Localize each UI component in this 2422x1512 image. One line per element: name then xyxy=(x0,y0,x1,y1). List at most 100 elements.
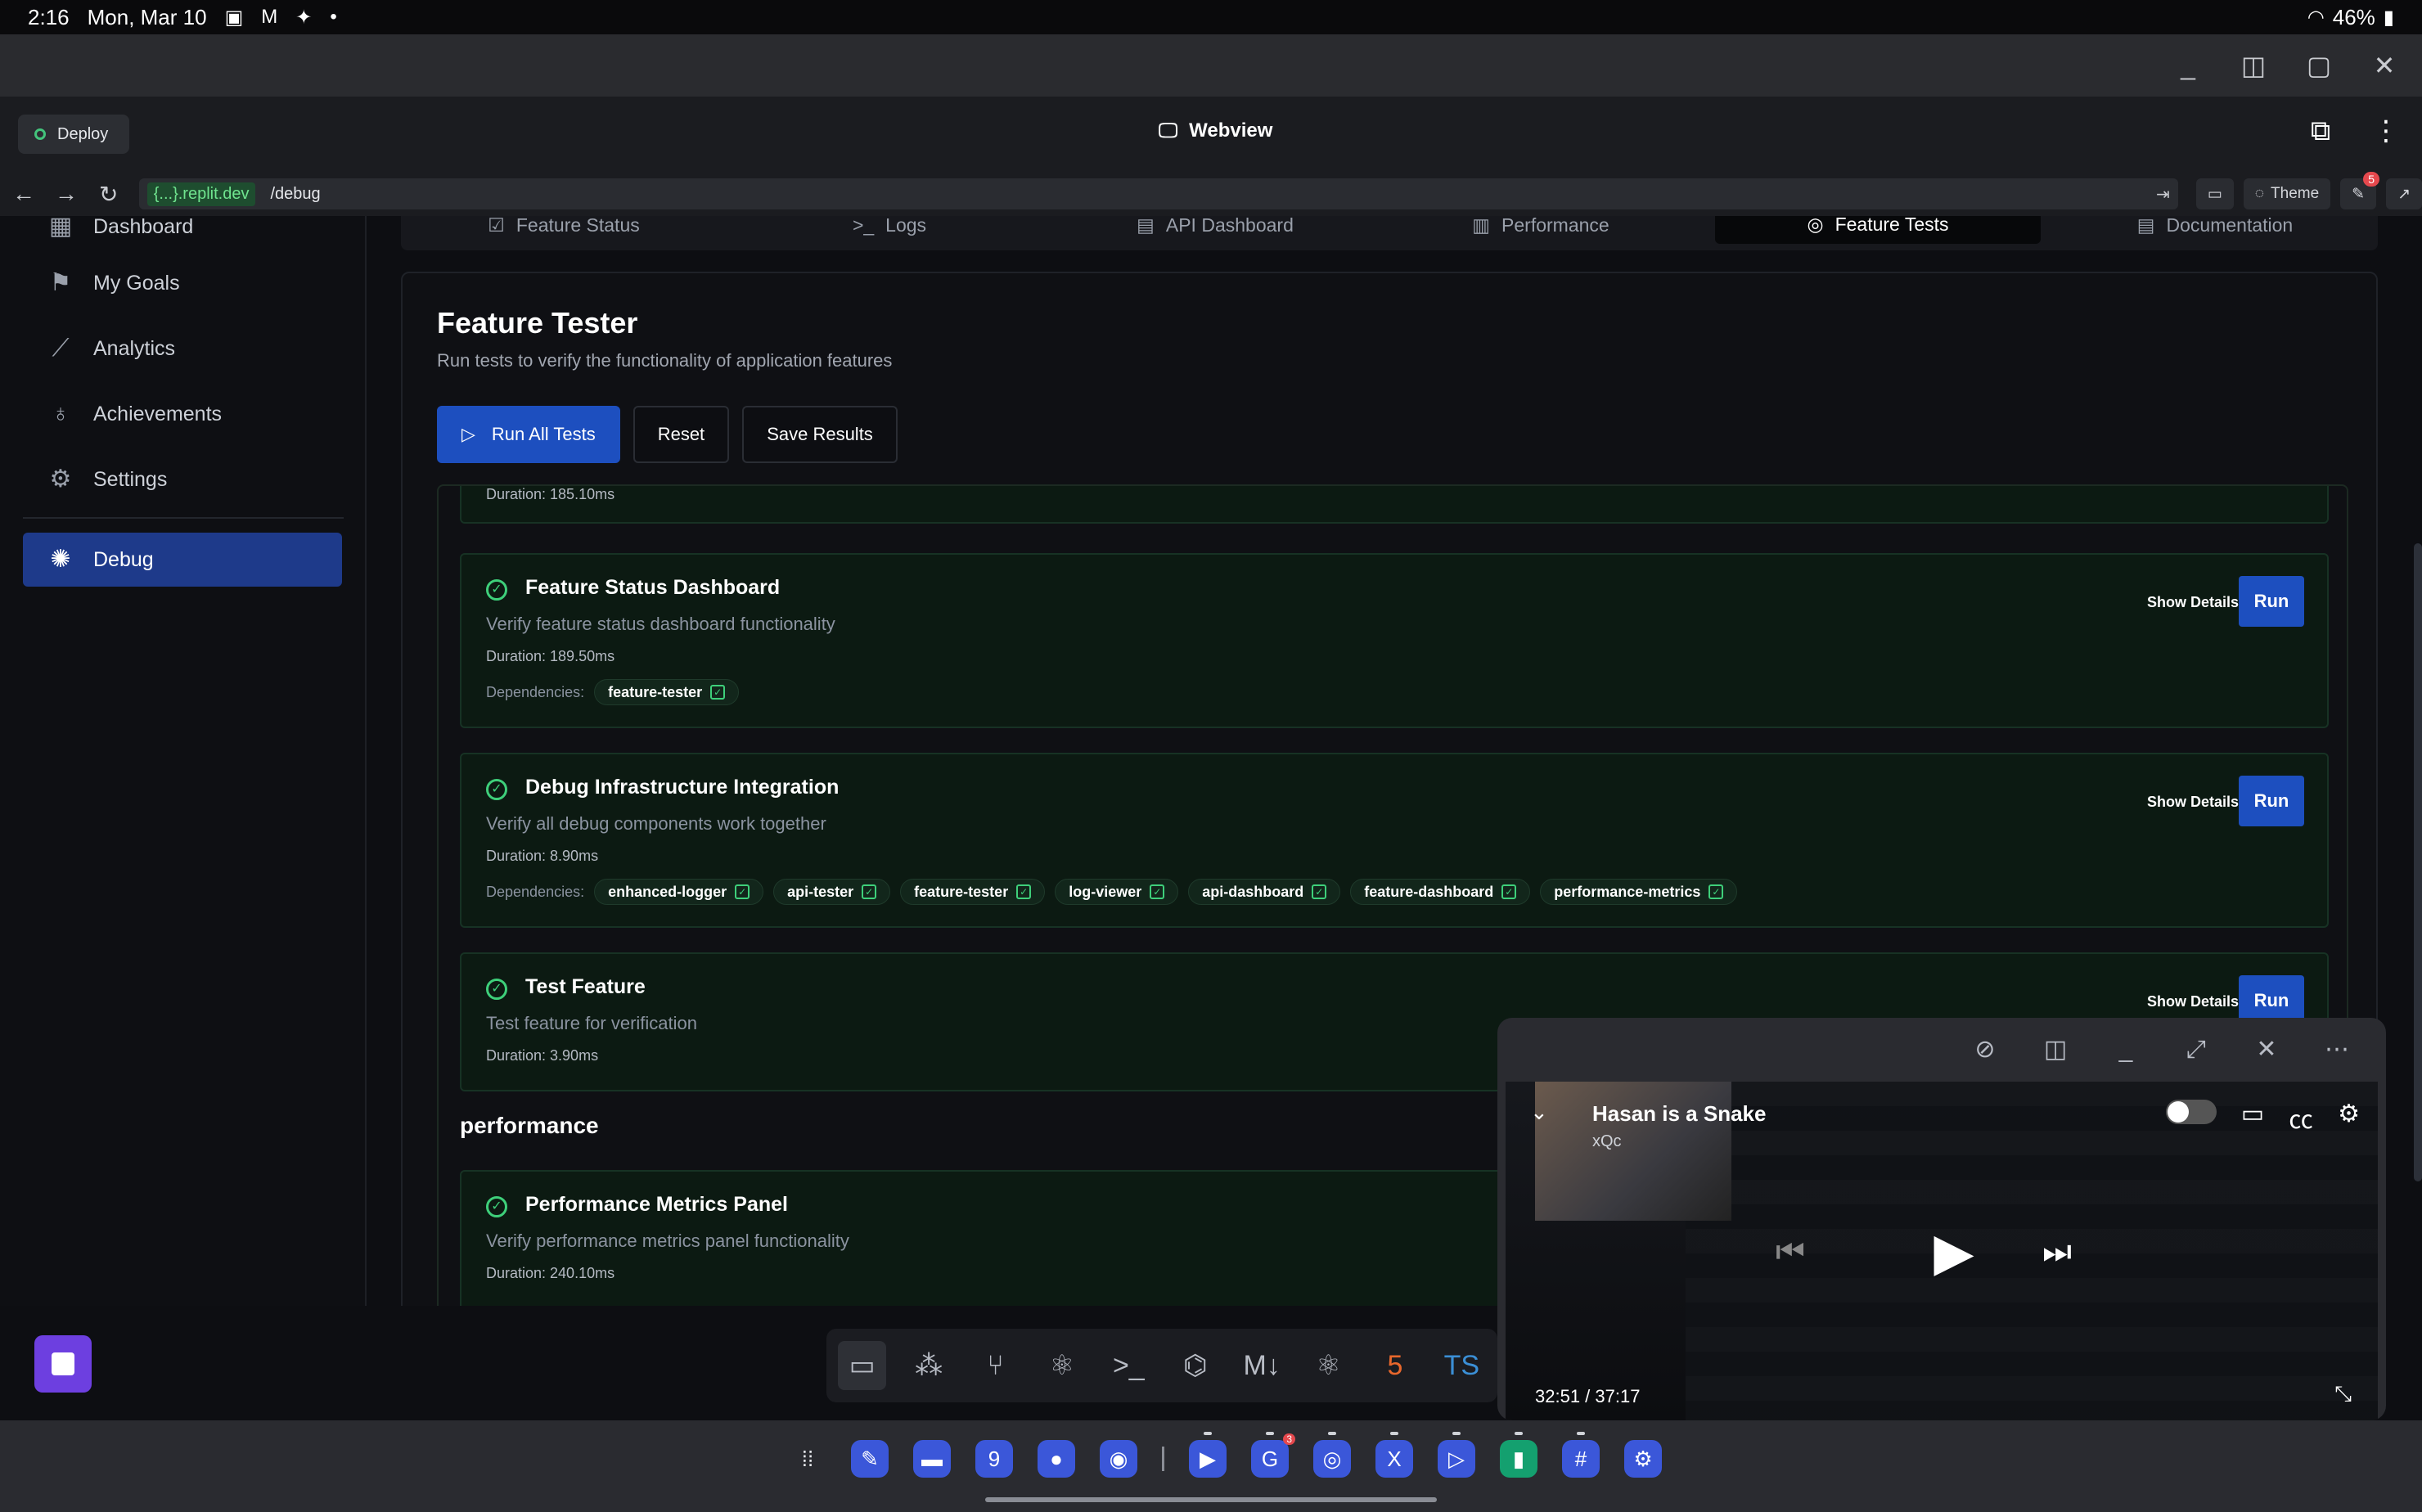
button-label: Save Results xyxy=(767,424,873,444)
video-title[interactable]: Hasan is a Snake xyxy=(1592,1101,1766,1127)
split-view-icon[interactable]: ◫ xyxy=(2039,1033,2072,1066)
notification-badge: 5 xyxy=(2363,172,2380,187)
previous-icon[interactable]: ⏮ xyxy=(1776,1234,1805,1271)
files-app-icon[interactable]: ▬ xyxy=(913,1440,951,1478)
stop-button[interactable] xyxy=(34,1335,92,1393)
collapse-icon[interactable]: ⌄ xyxy=(1530,1100,1548,1125)
close-icon[interactable]: ✕ xyxy=(2250,1033,2283,1066)
run-button[interactable]: Run xyxy=(2239,776,2304,826)
sidebar: ▦ Dashboard ⚑ My Goals ⟋ Analytics ♁ Ach… xyxy=(0,216,367,1306)
settings-app-icon[interactable]: ⚙ xyxy=(1624,1440,1662,1478)
tab-api-dashboard[interactable]: ▤ API Dashboard xyxy=(1052,216,1378,250)
tabs-icon[interactable]: ⧉ xyxy=(2304,115,2337,147)
run-button[interactable]: Run xyxy=(2239,576,2304,627)
popup-view-icon[interactable]: ▢ xyxy=(2306,52,2332,79)
dock-separator xyxy=(1162,1447,1164,1471)
settings-icon[interactable]: ⚙ xyxy=(2338,1100,2360,1136)
minimize-icon[interactable]: _ xyxy=(2175,52,2201,79)
play-store-app-icon[interactable]: ▷ xyxy=(1438,1432,1475,1478)
typescript-icon[interactable]: TS xyxy=(1438,1341,1486,1390)
show-details-button[interactable]: Show Details xyxy=(2147,594,2239,611)
url-path: /debug xyxy=(270,184,321,203)
autoplay-toggle[interactable] xyxy=(2165,1100,2217,1124)
next-icon[interactable]: ⏭ xyxy=(2042,1234,2072,1271)
pin-icon[interactable]: ⊘ xyxy=(1969,1033,2001,1066)
run-all-tests-button[interactable]: ▷ Run All Tests xyxy=(437,406,620,463)
url-input[interactable]: {...}.replit.dev /debug ⇥ xyxy=(138,178,2178,209)
test-name: Feature Status Dashboard xyxy=(525,576,781,599)
test-duration: Duration: 240.10ms xyxy=(486,1265,615,1281)
dashboard-icon: ▦ xyxy=(48,216,73,240)
html5-icon[interactable]: 5 xyxy=(1371,1341,1419,1390)
shell-icon[interactable]: >_ xyxy=(1105,1341,1153,1390)
app-drawer-icon[interactable]: ⁞⁞ xyxy=(789,1440,826,1478)
deploy-tool-icon[interactable]: ⌬ xyxy=(1171,1341,1219,1390)
sidebar-item-analytics[interactable]: ⟋ Analytics xyxy=(23,322,342,376)
scrollbar[interactable] xyxy=(2414,543,2422,1181)
sidebar-item-my-goals[interactable]: ⚑ My Goals xyxy=(23,256,342,310)
sidebar-item-settings[interactable]: ⚙ Settings xyxy=(23,452,342,506)
tab-label: Logs xyxy=(885,216,927,236)
save-results-button[interactable]: Save Results xyxy=(742,406,898,463)
tab-logs[interactable]: >_ Logs xyxy=(727,216,1052,250)
test-card-feature-status-dashboard: ✓ Feature Status Dashboard Verify featur… xyxy=(460,553,2329,728)
git-icon[interactable]: ⑂ xyxy=(971,1341,1020,1390)
dependency-chip: api-tester ✓ xyxy=(773,879,891,905)
cast-icon[interactable]: ▭ xyxy=(2241,1100,2264,1136)
sidebar-item-achievements[interactable]: ♁ Achievements xyxy=(23,387,342,441)
expand-icon[interactable]: ⤢ xyxy=(2180,1033,2213,1066)
show-details-button[interactable]: Show Details xyxy=(2147,993,2239,1010)
theme-button[interactable]: ◌ Theme xyxy=(2243,178,2331,209)
slack-app-icon[interactable]: # xyxy=(1562,1432,1600,1478)
tab-label: Feature Status xyxy=(515,216,640,236)
status-bar: 2:16 Mon, Mar 10 ▣ M ✦ • ◠ 46% ▮ xyxy=(0,0,2422,34)
go-icon[interactable]: ⇥ xyxy=(2156,184,2170,205)
replit-app-icon[interactable]: ▮ xyxy=(1500,1432,1537,1478)
tab-label: Performance xyxy=(1501,216,1609,236)
open-external-button[interactable]: ↗ xyxy=(2386,178,2422,209)
grammarly-app-icon[interactable]: G3 xyxy=(1251,1432,1295,1478)
deploy-button[interactable]: Deploy xyxy=(18,115,130,154)
captions-icon[interactable]: ㏄ xyxy=(2289,1100,2313,1136)
pip-window[interactable]: ⊘ ◫ _ ⤢ ✕ ⋯ ⌄ Hasan is a Snake xQc ▭ ㏄ ⚙… xyxy=(1497,1018,2386,1420)
devtools-button[interactable]: ▭ xyxy=(2195,178,2234,209)
tab-label: API Dashboard xyxy=(1165,216,1294,236)
close-icon[interactable]: ✕ xyxy=(2371,52,2397,79)
wrench-button[interactable]: ✎ 5 xyxy=(2340,172,2380,209)
more-vert-icon[interactable]: ⋮ xyxy=(2370,115,2402,147)
notes-app-icon[interactable]: ✎ xyxy=(851,1440,889,1478)
calendar-app-icon[interactable]: 9 xyxy=(975,1440,1013,1478)
forward-icon[interactable]: → xyxy=(54,181,79,207)
check-circle-icon: ✓ xyxy=(486,579,507,601)
markdown-icon[interactable]: M↓ xyxy=(1237,1341,1285,1390)
sidebar-item-debug[interactable]: ✺ Debug xyxy=(23,533,342,587)
show-details-button[interactable]: Show Details xyxy=(2147,794,2239,811)
tab-performance[interactable]: ▥ Performance xyxy=(1378,216,1704,250)
react-icon-2[interactable]: ⚛ xyxy=(1304,1341,1353,1390)
webview-tool-icon[interactable]: ▭ xyxy=(838,1341,887,1390)
back-icon[interactable]: ← xyxy=(11,181,36,207)
more-horiz-icon[interactable]: ⋯ xyxy=(2321,1033,2353,1066)
tab-feature-tests[interactable]: ◎ Feature Tests xyxy=(1715,216,2041,244)
reset-button[interactable]: Reset xyxy=(633,406,730,463)
page-title: Feature Tester xyxy=(437,306,638,340)
stop-icon xyxy=(52,1352,74,1375)
grid-tool-icon[interactable]: ⁂ xyxy=(904,1341,952,1390)
reload-icon[interactable]: ↻ xyxy=(97,181,121,208)
tab-feature-status[interactable]: ☑ Feature Status xyxy=(401,216,727,250)
tab-documentation[interactable]: ▤ Documentation xyxy=(2052,216,2378,250)
home-indicator[interactable] xyxy=(985,1497,1437,1502)
camera-app-icon[interactable]: ◉ xyxy=(1100,1440,1137,1478)
youtube-app-icon[interactable]: ▶ xyxy=(1189,1432,1227,1478)
video-player[interactable]: ⌄ Hasan is a Snake xQc ▭ ㏄ ⚙ ⏮ ▶ ⏭ 32:51… xyxy=(1506,1082,2378,1420)
sidebar-item-dashboard[interactable]: ▦ Dashboard xyxy=(23,216,342,254)
react-icon[interactable]: ⚛ xyxy=(1038,1341,1086,1390)
minimize-icon[interactable]: _ xyxy=(2109,1033,2142,1066)
play-icon[interactable]: ▶ xyxy=(1923,1221,1985,1283)
messages-app-icon[interactable]: ● xyxy=(1038,1440,1075,1478)
split-view-icon[interactable]: ◫ xyxy=(2240,52,2267,79)
chrome-app-icon[interactable]: ◎ xyxy=(1313,1432,1351,1478)
x-app-icon[interactable]: X xyxy=(1375,1432,1413,1478)
check-circle-icon: ✓ xyxy=(486,1196,507,1217)
exit-fullscreen-icon[interactable]: ⤡ xyxy=(2334,1381,2352,1407)
